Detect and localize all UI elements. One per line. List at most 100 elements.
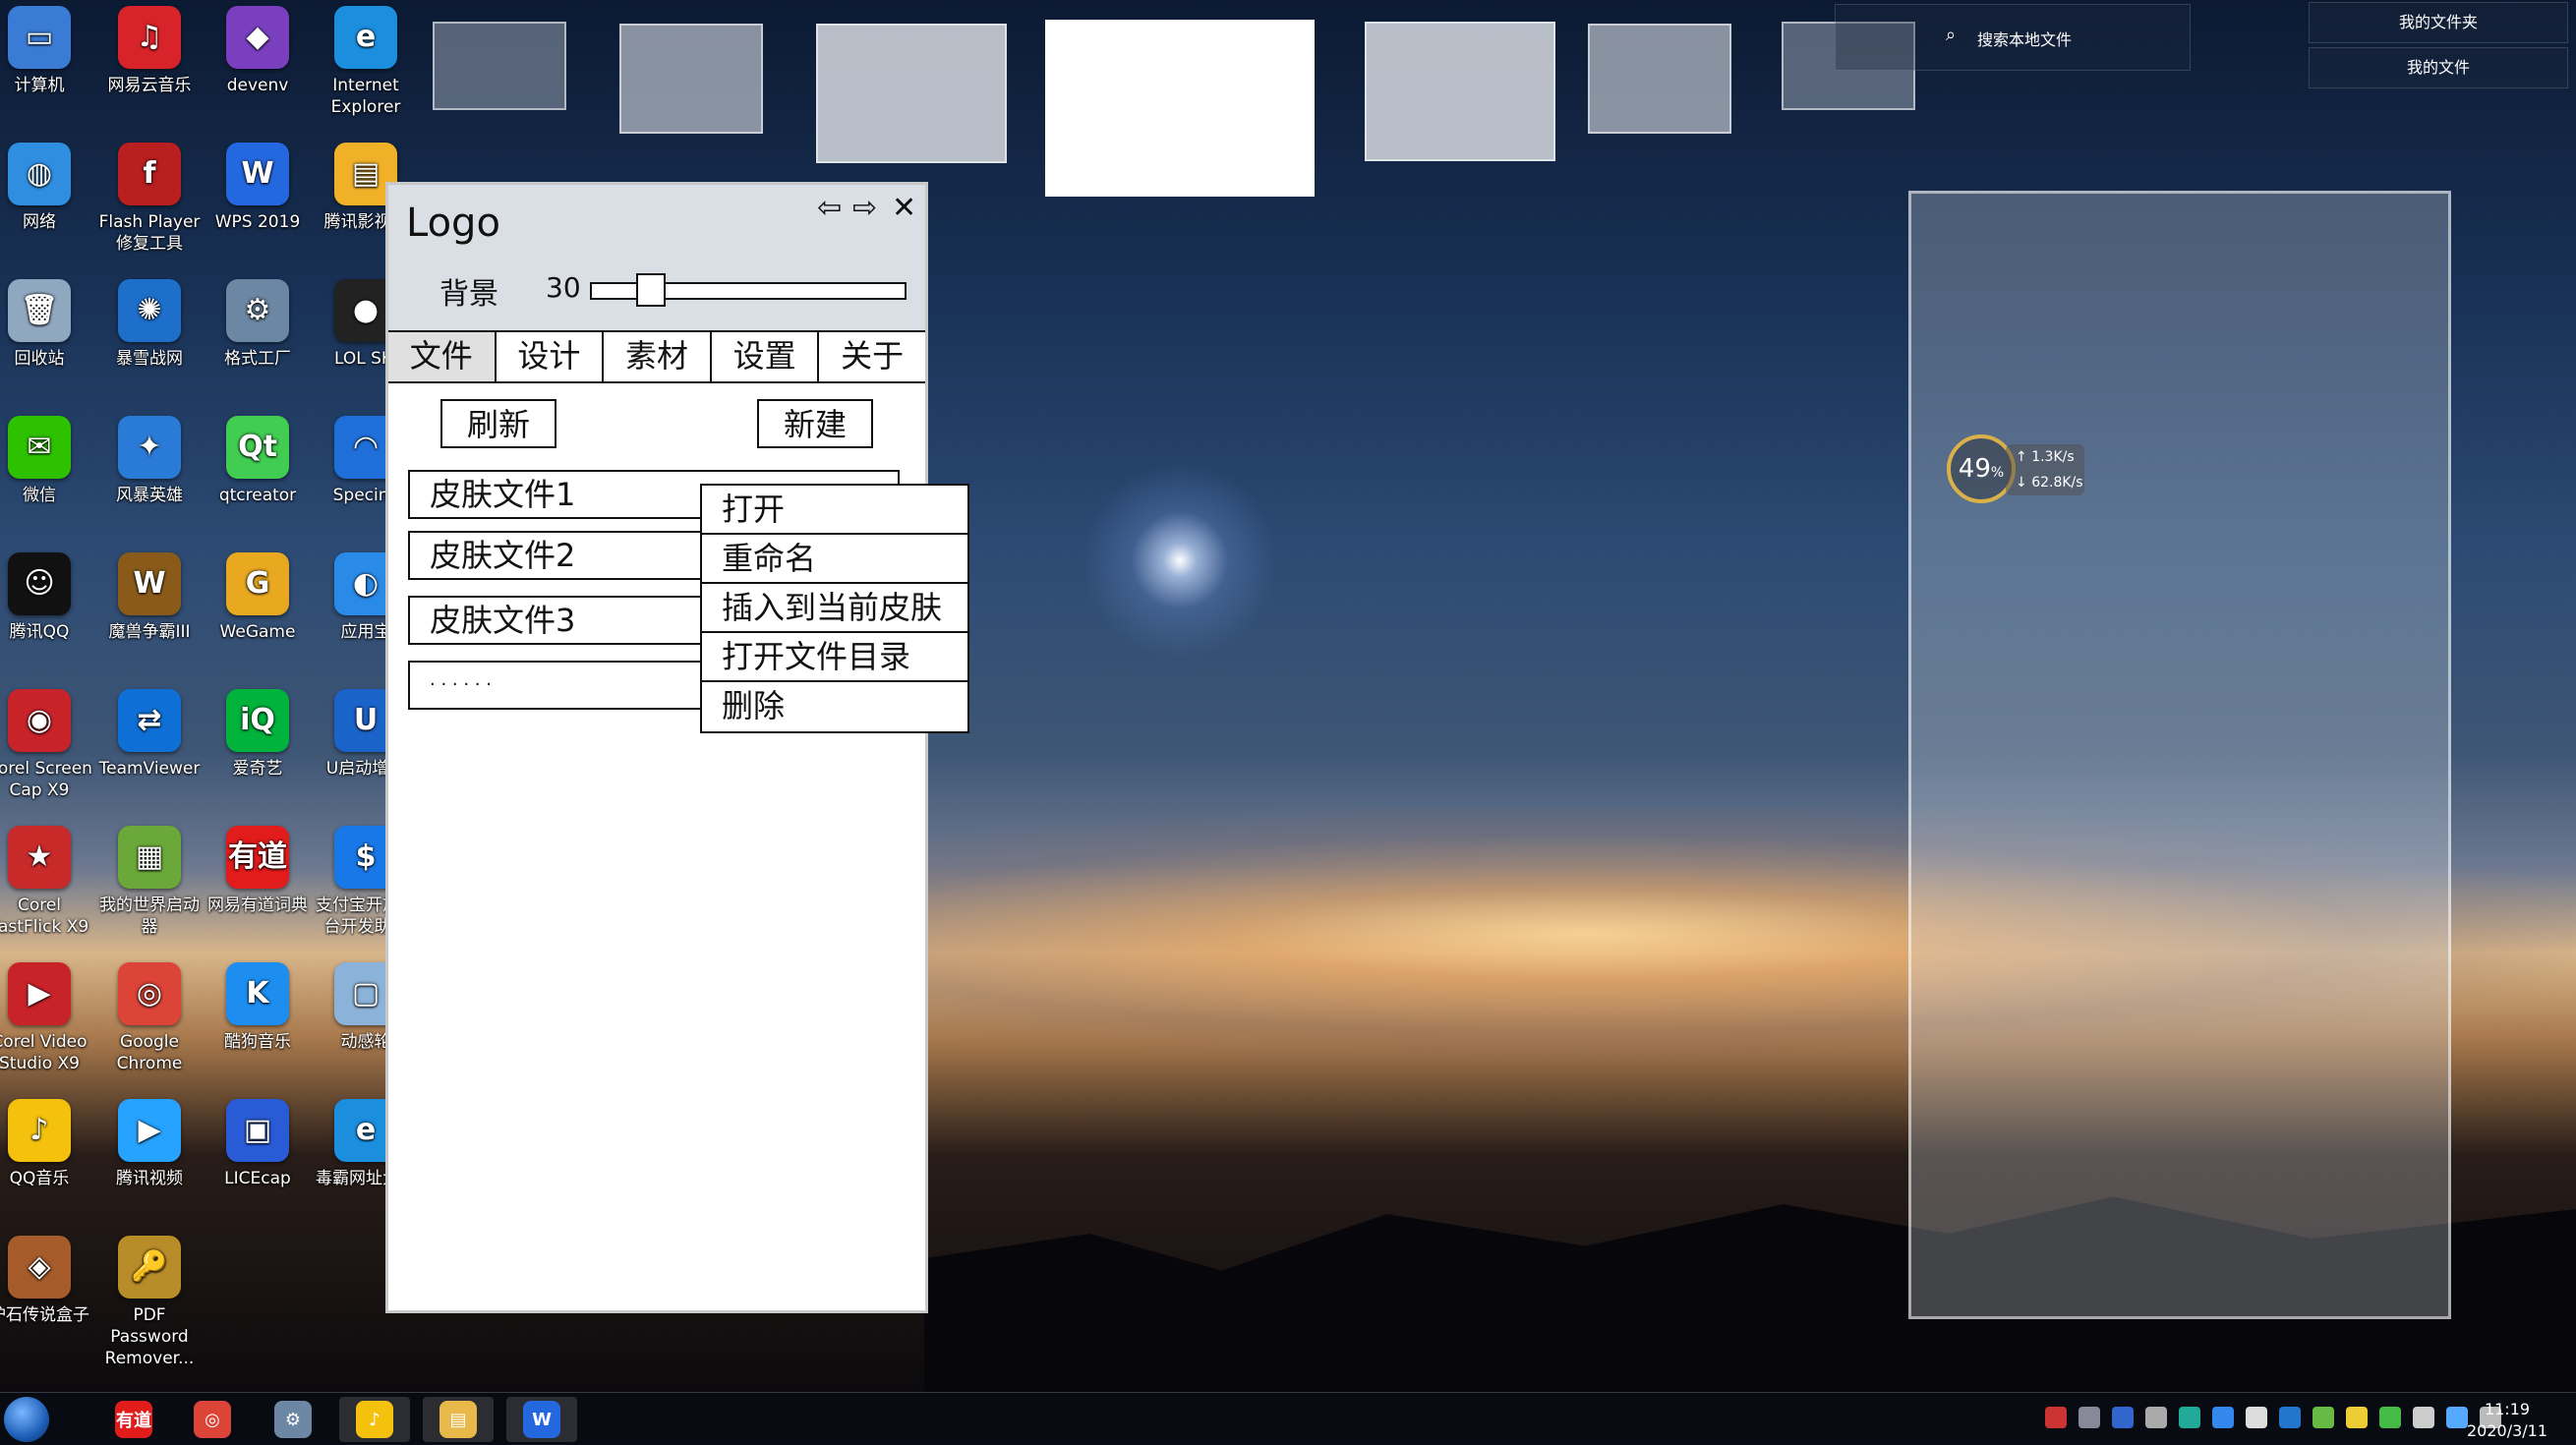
desktop-icon-label: PDF Password Remover... — [104, 1305, 195, 1368]
my-files-label: 我的文件 — [2406, 58, 2470, 77]
desktop-icon[interactable]: ✉ 微信 — [0, 416, 92, 506]
desktop-app-icon: ▶ — [8, 962, 71, 1025]
tray-icon[interactable] — [2313, 1407, 2334, 1428]
speed-box: ↑ 1.3K/s ↓ 62.8K/s — [2006, 444, 2084, 495]
new-button[interactable]: 新建 — [757, 399, 873, 448]
tray-icon[interactable] — [2212, 1407, 2234, 1428]
desktop-icon[interactable]: W WPS 2019 — [205, 143, 311, 233]
menu-item-insert-skin[interactable]: 插入到当前皮肤 — [702, 584, 967, 633]
desktop-icon[interactable]: ⇄ TeamViewer — [96, 689, 203, 780]
tray-icon[interactable] — [2045, 1407, 2067, 1428]
tab-about[interactable]: 关于 — [819, 332, 925, 381]
desktop-icon[interactable]: ▭ 计算机 — [0, 6, 92, 96]
tray-icon[interactable] — [2078, 1407, 2100, 1428]
tray-icon[interactable] — [2179, 1407, 2200, 1428]
tab-file[interactable]: 文件 — [388, 332, 497, 381]
desktop-icon[interactable]: ♪ QQ音乐 — [0, 1099, 92, 1189]
refresh-button[interactable]: 刷新 — [440, 399, 556, 448]
tray-icon[interactable] — [2145, 1407, 2167, 1428]
tray-icon[interactable] — [2346, 1407, 2368, 1428]
clock-time: 11:19 — [2484, 1400, 2531, 1418]
desktop-icon[interactable]: ◈ 炉石传说盒子 — [0, 1236, 92, 1326]
youdao-icon: 有道 — [115, 1401, 152, 1438]
desktop-icon[interactable]: 🔑 PDF Password Remover... — [96, 1236, 203, 1369]
tab-settings[interactable]: 设置 — [711, 332, 820, 381]
menu-item-open[interactable]: 打开 — [702, 486, 967, 535]
taskbar-app-chrome[interactable]: ◎ — [177, 1397, 248, 1442]
desktop-icon-label: 计算机 — [14, 76, 65, 95]
desktop-icon[interactable]: ◎ Google Chrome — [96, 962, 203, 1074]
menu-item-delete[interactable]: 删除 — [702, 682, 967, 731]
desktop-app-icon: ✉ — [8, 416, 71, 479]
desktop-app-icon: ☺ — [8, 552, 71, 615]
search-box[interactable]: ⌕ 搜索本地文件 — [1835, 4, 2191, 71]
window-thumbnail[interactable] — [1045, 20, 1315, 197]
background-slider-thumb[interactable] — [636, 273, 666, 307]
desktop-icon[interactable]: Qt qtcreator — [205, 416, 311, 506]
window-thumbnail[interactable] — [816, 24, 1007, 163]
desktop-icon[interactable]: ◍ 网络 — [0, 143, 92, 233]
taskbar-app-youdao[interactable]: 有道 — [98, 1397, 169, 1442]
taskbar-app-wps[interactable]: W — [506, 1397, 577, 1442]
desktop-icon[interactable]: f Flash Player 修复工具 — [96, 143, 203, 255]
desktop-icon[interactable]: ▣ LICEcap — [205, 1099, 311, 1189]
taskbar-app-explorer[interactable]: ▤ — [423, 1397, 494, 1442]
window-thumbnail[interactable] — [1365, 22, 1555, 161]
tray-icon[interactable] — [2379, 1407, 2401, 1428]
desktop-icon-label: QQ音乐 — [9, 1169, 70, 1188]
desktop-app-icon: W — [226, 143, 289, 205]
network-speed-widget[interactable]: 49% ↑ 1.3K/s ↓ 62.8K/s — [1947, 434, 2104, 507]
taskbar-app-format-factory[interactable]: ⚙ — [258, 1397, 328, 1442]
menu-item-open-folder[interactable]: 打开文件目录 — [702, 633, 967, 682]
desktop-icon[interactable]: ☺ 腾讯QQ — [0, 552, 92, 643]
clock[interactable]: 11:19 2020/3/11 — [2448, 1399, 2566, 1442]
desktop-icon-label: 暴雪战网 — [116, 349, 183, 369]
desktop-icon[interactable]: ✺ 暴雪战网 — [96, 279, 203, 370]
desktop-icon[interactable]: ◉ Corel Screen Cap X9 — [0, 689, 92, 801]
forward-arrow-icon[interactable]: ⇨ — [852, 191, 877, 225]
desktop-icon[interactable]: ★ Corel FastFlick X9 — [0, 826, 92, 938]
window-thumbnail[interactable] — [1588, 24, 1731, 134]
clock-date: 2020/3/11 — [2466, 1421, 2548, 1440]
desktop-icon[interactable]: e Internet Explorer — [313, 6, 419, 118]
taskbar-app-qq-music[interactable]: ♪ — [339, 1397, 410, 1442]
start-button[interactable] — [4, 1397, 49, 1442]
glass-panel — [1908, 191, 2451, 1319]
desktop-icon[interactable]: K 酷狗音乐 — [205, 962, 311, 1053]
percent-value: 49 — [1958, 454, 1991, 484]
desktop-icon[interactable]: G WeGame — [205, 552, 311, 643]
tray-icon[interactable] — [2413, 1407, 2434, 1428]
desktop-icon[interactable]: ▦ 我的世界启动器 — [96, 826, 203, 938]
desktop-icon[interactable]: ♫ 网易云音乐 — [96, 6, 203, 96]
desktop-app-icon: K — [226, 962, 289, 1025]
desktop-icon[interactable]: ▶ Corel Video Studio X9 — [0, 962, 92, 1074]
desktop-icon[interactable]: ▶ 腾讯视频 — [96, 1099, 203, 1189]
desktop-icon[interactable]: ⚙ 格式工厂 — [205, 279, 311, 370]
tab-material[interactable]: 素材 — [604, 332, 712, 381]
desktop-icon[interactable]: W 魔兽争霸III — [96, 552, 203, 643]
system-tray — [2045, 1407, 2501, 1428]
desktop-app-icon: ⚙ — [226, 279, 289, 342]
desktop-icon-label: TeamViewer — [98, 759, 201, 779]
desktop-icon[interactable]: ✦ 风暴英雄 — [96, 416, 203, 506]
qq-music-icon: ♪ — [356, 1401, 393, 1438]
menu-item-rename[interactable]: 重命名 — [702, 535, 967, 584]
desktop-app-icon: iQ — [226, 689, 289, 752]
tray-icon[interactable] — [2246, 1407, 2267, 1428]
desktop-icon[interactable]: ◆ devenv — [205, 6, 311, 96]
my-files-button[interactable]: 我的文件 — [2309, 47, 2568, 88]
back-arrow-icon[interactable]: ⇦ — [817, 191, 842, 225]
desktop-app-icon: 🗑 — [8, 279, 71, 342]
desktop-icon[interactable]: iQ 爱奇艺 — [205, 689, 311, 780]
desktop-app-icon: 有道 — [226, 826, 289, 889]
window-thumbnail[interactable] — [619, 24, 763, 134]
window-thumbnail[interactable] — [433, 22, 566, 110]
moon-glow — [1082, 462, 1278, 659]
tray-icon[interactable] — [2279, 1407, 2301, 1428]
tab-design[interactable]: 设计 — [496, 332, 605, 381]
desktop-icon[interactable]: 🗑 回收站 — [0, 279, 92, 370]
tray-icon[interactable] — [2112, 1407, 2134, 1428]
close-icon[interactable]: ✕ — [892, 191, 916, 225]
my-folder-button[interactable]: 我的文件夹 — [2309, 2, 2568, 43]
desktop-icon[interactable]: 有道 网易有道词典 — [205, 826, 311, 916]
